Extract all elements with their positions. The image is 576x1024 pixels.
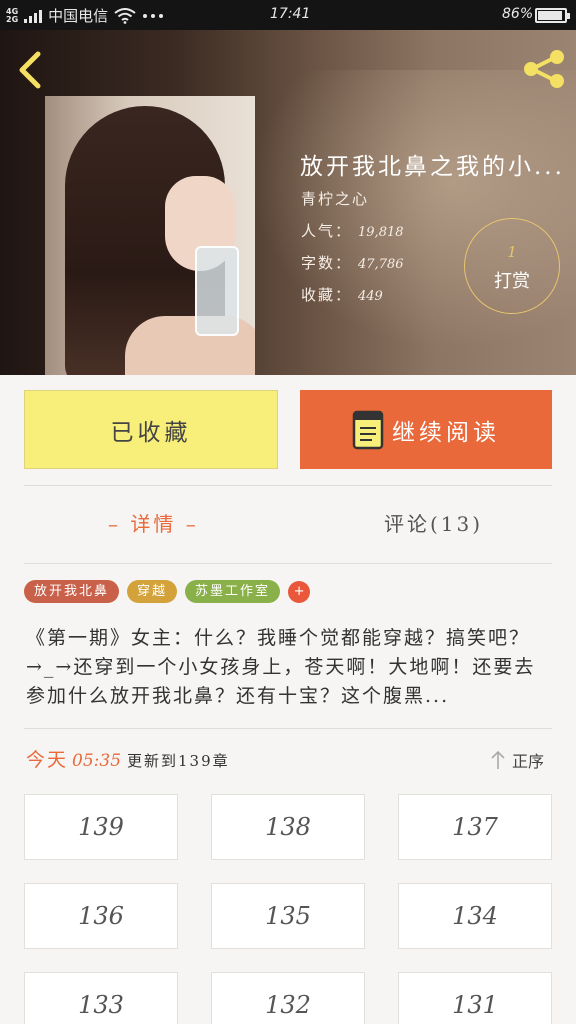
favorites-stat: 收藏： 449 xyxy=(301,286,383,304)
chapter-button[interactable]: 132 xyxy=(211,972,365,1024)
chapter-button[interactable]: 136 xyxy=(24,883,178,949)
update-text: 更新到139章 xyxy=(127,752,230,770)
chapter-button[interactable]: 133 xyxy=(24,972,178,1024)
book-author[interactable]: 青柠之心 xyxy=(301,188,369,209)
add-tag-button[interactable]: + xyxy=(288,580,311,603)
network-type: 4G 2G xyxy=(6,6,19,24)
chapter-button[interactable]: 137 xyxy=(398,794,552,860)
chapter-button[interactable]: 139 xyxy=(24,794,178,860)
tag-item[interactable]: 放开我北鼻 xyxy=(24,580,120,603)
chapter-button[interactable]: 134 xyxy=(398,883,552,949)
tip-count: 1 xyxy=(507,243,517,261)
more-dots-icon xyxy=(143,13,164,18)
book-cover-image[interactable] xyxy=(45,96,255,375)
continue-reading-label: 继续阅读 xyxy=(392,419,500,446)
chapter-button[interactable]: 131 xyxy=(398,972,552,1024)
battery-icon xyxy=(535,8,570,23)
chapter-button[interactable]: 135 xyxy=(211,883,365,949)
clock: 17:41 xyxy=(270,6,311,22)
carrier-label: 中国电信 xyxy=(48,7,109,25)
battery-percent: 86% xyxy=(502,6,534,22)
back-chevron-icon[interactable] xyxy=(14,50,48,90)
tag-item[interactable]: 穿越 xyxy=(127,580,178,603)
continue-reading-button[interactable]: 继续阅读 xyxy=(300,390,552,469)
divider xyxy=(24,563,552,564)
book-icon xyxy=(352,410,384,449)
update-info: 今天 05:35 更新到139章 xyxy=(26,745,230,772)
status-left: 4G 2G 中国电信 xyxy=(6,5,164,26)
up-arrow-icon xyxy=(491,750,505,769)
update-time: 05:35 xyxy=(72,751,122,771)
sort-label: 正序 xyxy=(512,752,545,771)
tag-list: 放开我北鼻 穿越 苏墨工作室 + xyxy=(24,580,311,603)
tip-button[interactable]: 1 打赏 xyxy=(464,218,560,314)
book-description[interactable]: 《第一期》女主：什么？我睡个觉都能穿越？搞笑吧？→_→还穿到一个小女孩身上，苍天… xyxy=(26,624,554,711)
update-day: 今天 xyxy=(26,749,69,771)
word-count-stat: 字数： 47,786 xyxy=(301,254,404,272)
tab-detail[interactable]: – 详情 – xyxy=(108,508,199,537)
favorited-label: 已收藏 xyxy=(110,419,192,446)
status-bar: 4G 2G 中国电信 17:41 86% xyxy=(0,0,576,30)
share-icon[interactable] xyxy=(520,48,568,90)
signal-icon xyxy=(24,9,43,23)
sort-order-button[interactable]: 正序 xyxy=(490,748,544,772)
favorited-button[interactable]: 已收藏 xyxy=(24,390,278,469)
popularity-stat: 人气： 19,818 xyxy=(301,222,404,240)
divider xyxy=(24,728,552,729)
book-header: 放开我北鼻之我的小... 青柠之心 人气： 19,818 字数： 47,786 收藏… xyxy=(0,30,576,375)
tab-comments[interactable]: 评论(13) xyxy=(384,508,483,537)
tip-label: 打赏 xyxy=(494,271,530,292)
divider xyxy=(24,485,552,486)
tag-item[interactable]: 苏墨工作室 xyxy=(185,580,281,603)
wifi-icon xyxy=(114,7,136,24)
book-title: 放开我北鼻之我的小... xyxy=(300,154,565,180)
chapter-button[interactable]: 138 xyxy=(211,794,365,860)
